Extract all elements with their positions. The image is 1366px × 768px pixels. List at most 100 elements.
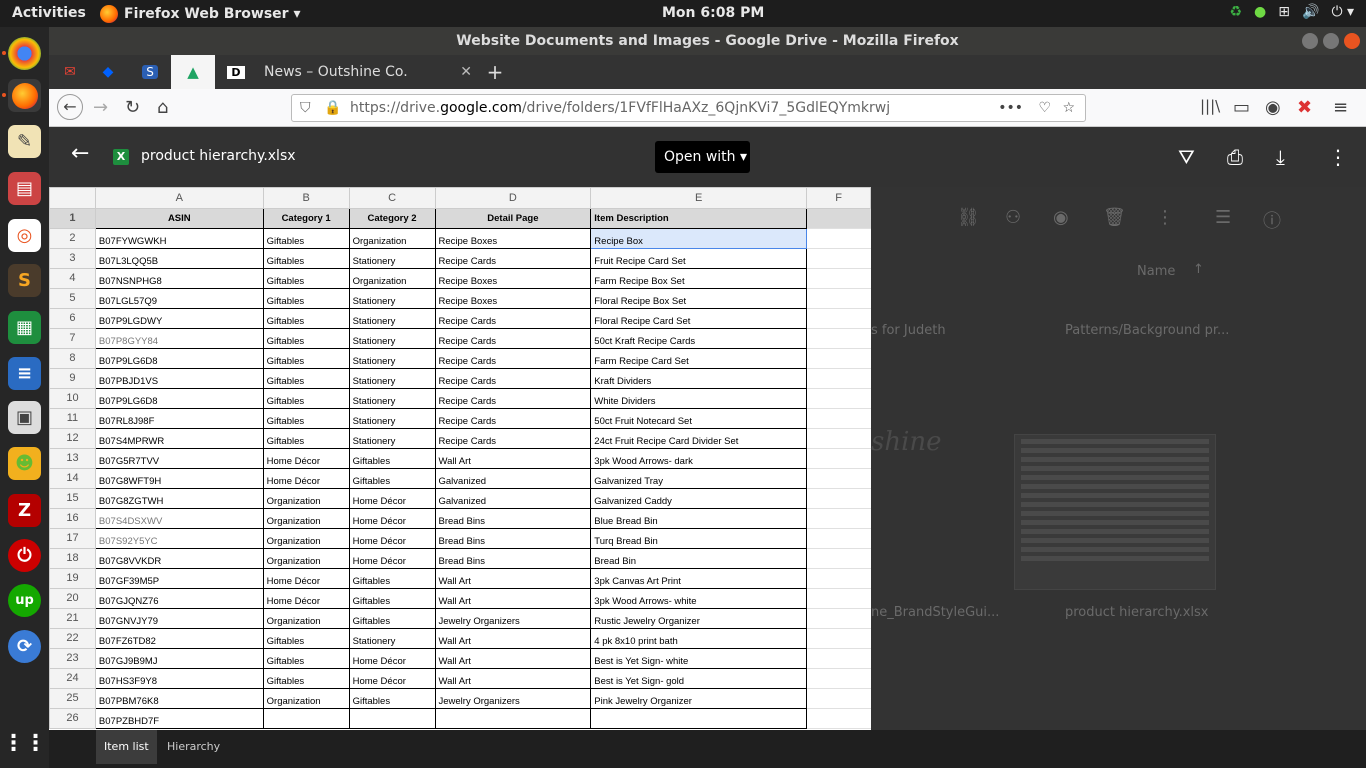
table-cell[interactable]: Home Décor <box>262 448 350 469</box>
row-number[interactable]: 23 <box>49 648 96 669</box>
add-to-drive-icon[interactable]: ⛛ <box>1178 145 1195 169</box>
table-cell[interactable]: Bread Bins <box>434 548 592 569</box>
table-cell[interactable]: Recipe Cards <box>434 428 592 449</box>
table-cell[interactable]: Recipe Boxes <box>434 268 592 289</box>
table-cell[interactable]: Organization <box>348 228 436 249</box>
table-cell[interactable]: Recipe Cards <box>434 308 592 329</box>
table-cell[interactable]: Giftables <box>262 268 350 289</box>
app-menu[interactable]: Firefox Web Browser ▾ <box>100 5 300 23</box>
firefox-dock-icon[interactable] <box>8 79 41 112</box>
table-cell[interactable]: Giftables <box>262 648 350 669</box>
table-cell[interactable]: Wall Art <box>434 668 592 689</box>
table-cell[interactable]: B07G8VVKDR <box>94 548 264 569</box>
table-cell[interactable]: 50ct Kraft Recipe Cards <box>590 328 808 349</box>
table-cell[interactable] <box>806 288 871 309</box>
table-cell[interactable] <box>806 248 871 269</box>
table-cell[interactable]: Best is Yet Sign- white <box>590 648 808 669</box>
tab-dropbox[interactable]: ◆ <box>91 55 125 89</box>
sublime-text-icon[interactable]: S <box>8 264 41 297</box>
table-cell[interactable]: 3pk Canvas Art Print <box>590 568 808 589</box>
row-number[interactable]: 19 <box>49 568 96 589</box>
table-cell[interactable]: Wall Art <box>434 448 592 469</box>
row-number[interactable]: 14 <box>49 468 96 489</box>
row-number[interactable]: 21 <box>49 608 96 629</box>
table-cell[interactable]: Giftables <box>262 368 350 389</box>
table-cell[interactable]: Galvanized <box>434 468 592 489</box>
table-cell[interactable]: Floral Recipe Card Set <box>590 308 808 329</box>
column-header[interactable]: C <box>348 187 436 209</box>
minimize-icon[interactable] <box>1302 33 1318 49</box>
table-cell[interactable] <box>806 608 871 629</box>
table-cell[interactable]: Giftables <box>262 248 350 269</box>
table-cell[interactable] <box>806 448 871 469</box>
table-cell[interactable] <box>806 688 871 709</box>
table-cell[interactable]: Rustic Jewelry Organizer <box>590 608 808 629</box>
table-cell[interactable]: Giftables <box>262 388 350 409</box>
spreadsheet-preview[interactable]: ABCDEF 1 ASIN Category 1 Category 2 Detail P… <box>49 187 871 730</box>
new-tab-button[interactable]: + <box>481 55 509 89</box>
table-cell[interactable] <box>806 208 871 229</box>
table-cell[interactable]: Wall Art <box>434 648 592 669</box>
row-number[interactable]: 16 <box>49 508 96 529</box>
table-cell[interactable]: Giftables <box>348 468 436 489</box>
more-options-icon[interactable]: ⋮ <box>1328 145 1348 169</box>
header-cell[interactable]: Item Description <box>590 208 808 229</box>
table-cell[interactable] <box>806 388 871 409</box>
row-number[interactable]: 6 <box>49 308 96 329</box>
row-number[interactable]: 15 <box>49 488 96 509</box>
table-cell[interactable]: Blue Bread Bin <box>590 508 808 529</box>
table-cell[interactable] <box>806 228 871 249</box>
table-cell[interactable]: Bread Bins <box>434 508 592 529</box>
back-icon[interactable]: ← <box>57 94 83 120</box>
table-cell[interactable]: B07GJQNZ76 <box>94 588 264 609</box>
table-cell[interactable]: Recipe Cards <box>434 388 592 409</box>
column-header[interactable]: A <box>94 187 264 209</box>
row-number[interactable]: 3 <box>49 248 96 269</box>
volume-icon[interactable]: 🔊 <box>1302 4 1319 20</box>
table-cell[interactable]: Organization <box>262 548 350 569</box>
forward-icon[interactable]: → <box>93 97 108 118</box>
table-cell[interactable]: Galvanized <box>434 488 592 509</box>
sidebar-icon[interactable]: ▭ <box>1233 97 1250 118</box>
network-icon[interactable]: ⊞ <box>1278 4 1290 20</box>
table-cell[interactable]: 3pk Wood Arrows- dark <box>590 448 808 469</box>
bookmark-star-icon[interactable]: ☆ <box>1062 95 1075 121</box>
table-cell[interactable]: Stationery <box>348 388 436 409</box>
table-cell[interactable] <box>806 508 871 529</box>
table-cell[interactable]: B07G5R7TVV <box>94 448 264 469</box>
table-cell[interactable] <box>806 428 871 449</box>
table-cell[interactable] <box>806 368 871 389</box>
table-cell[interactable]: B07LGL57Q9 <box>94 288 264 309</box>
table-cell[interactable]: B07P9LGDWY <box>94 308 264 329</box>
table-cell[interactable]: Giftables <box>262 628 350 649</box>
row-number[interactable]: 11 <box>49 408 96 429</box>
row-number[interactable]: 8 <box>49 348 96 369</box>
table-cell[interactable]: Best is Yet Sign- gold <box>590 668 808 689</box>
table-cell[interactable]: Stationery <box>348 308 436 329</box>
library-icon[interactable]: |||\ <box>1200 97 1220 115</box>
table-cell[interactable]: Giftables <box>348 608 436 629</box>
table-cell[interactable]: Home Décor <box>348 528 436 549</box>
table-cell[interactable] <box>806 668 871 689</box>
table-cell[interactable]: Wall Art <box>434 628 592 649</box>
table-cell[interactable]: B07G8WFT9H <box>94 468 264 489</box>
header-cell[interactable]: ASIN <box>94 208 264 229</box>
table-cell[interactable]: Recipe Box <box>590 228 808 249</box>
row-number[interactable]: 12 <box>49 428 96 449</box>
table-cell[interactable]: Kraft Dividers <box>590 368 808 389</box>
table-cell[interactable]: Bread Bins <box>434 528 592 549</box>
activities-button[interactable]: Activities <box>12 5 86 21</box>
page-actions-icon[interactable]: ••• <box>998 95 1023 121</box>
table-cell[interactable]: Recipe Boxes <box>434 228 592 249</box>
table-cell[interactable]: B07GNVJY79 <box>94 608 264 629</box>
table-cell[interactable]: B07FZ6TD82 <box>94 628 264 649</box>
table-cell[interactable] <box>806 268 871 289</box>
column-header[interactable]: B <box>262 187 350 209</box>
table-cell[interactable]: B07HS3F9Y8 <box>94 668 264 689</box>
table-cell[interactable]: Floral Recipe Box Set <box>590 288 808 309</box>
table-cell[interactable]: Farm Recipe Card Set <box>590 348 808 369</box>
table-cell[interactable]: Organization <box>262 488 350 509</box>
table-cell[interactable] <box>806 408 871 429</box>
row-number[interactable]: 1 <box>49 208 96 229</box>
tab-news-outshine[interactable]: News – Outshine Co. ✕ <box>256 55 478 89</box>
